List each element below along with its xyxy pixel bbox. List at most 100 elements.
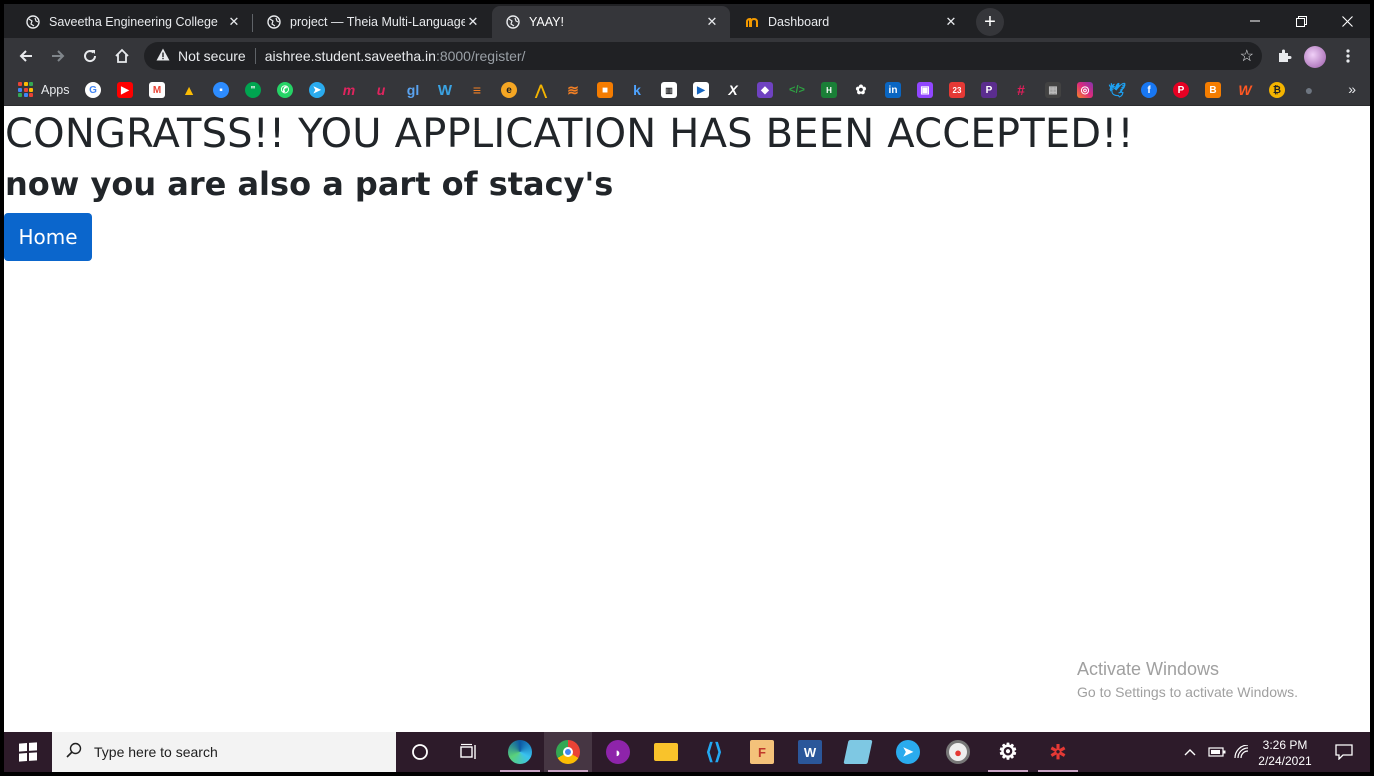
restore-icon bbox=[1295, 15, 1307, 27]
warning-icon[interactable] bbox=[156, 48, 170, 64]
tab-yaay[interactable]: YAAY! ✕ bbox=[492, 6, 730, 38]
close-icon[interactable]: ✕ bbox=[226, 14, 242, 30]
back-button[interactable] bbox=[12, 42, 40, 70]
drive-icon[interactable]: ▲ bbox=[181, 82, 197, 98]
vscode-taskbar-button[interactable]: ⟨⟩ bbox=[690, 732, 738, 772]
profile-avatar[interactable] bbox=[1304, 46, 1326, 68]
peaks-icon[interactable]: ⋀ bbox=[533, 82, 549, 98]
twitch-icon[interactable]: ▣ bbox=[917, 82, 933, 98]
apps-label: Apps bbox=[41, 82, 70, 97]
bars-icon[interactable]: ▥ bbox=[661, 82, 677, 98]
search-icon bbox=[66, 742, 82, 763]
word-taskbar-button[interactable]: W bbox=[786, 732, 834, 772]
hangouts-icon[interactable]: " bbox=[245, 82, 261, 98]
e-circle-icon[interactable]: e bbox=[501, 82, 517, 98]
extensions-button[interactable] bbox=[1270, 42, 1298, 70]
settings-taskbar-button[interactable]: ⚙ bbox=[984, 732, 1032, 772]
calendar-icon[interactable]: 23 bbox=[949, 82, 965, 98]
media-taskbar-button[interactable]: ● bbox=[934, 732, 982, 772]
telegram-icon[interactable]: ➤ bbox=[309, 82, 325, 98]
forward-button[interactable] bbox=[44, 42, 72, 70]
apps-shortcut[interactable]: Apps bbox=[18, 82, 70, 97]
f-app-taskbar-button[interactable]: F bbox=[738, 732, 786, 772]
taskbar-search[interactable]: Type here to search bbox=[52, 732, 396, 772]
bookmarks-bar: Apps G ▶ M ▲ ▪ " ✆ ➤ m u gl W ≡ e ⋀ ≋ ■ … bbox=[4, 74, 1370, 106]
cortana-button[interactable] bbox=[396, 732, 444, 772]
menu-button[interactable] bbox=[1334, 42, 1362, 70]
address-bar[interactable]: Not secure aishree.student.saveetha.in:8… bbox=[144, 42, 1262, 70]
chrome-taskbar-button[interactable] bbox=[544, 732, 592, 772]
linkedin-icon[interactable]: in bbox=[885, 82, 901, 98]
tab-theia-project[interactable]: project — Theia Multi-Language ✕ bbox=[253, 6, 491, 38]
pinterest-icon[interactable]: P bbox=[1173, 82, 1189, 98]
close-window-button[interactable] bbox=[1324, 4, 1370, 38]
shield-logo-icon[interactable]: ◆ bbox=[757, 82, 773, 98]
telegram-taskbar-button[interactable]: ➤ bbox=[884, 732, 932, 772]
notes-taskbar-button[interactable] bbox=[834, 732, 882, 772]
kebab-menu-icon bbox=[1346, 49, 1350, 63]
bookmark-star-icon[interactable]: ☆ bbox=[1240, 46, 1254, 66]
podcast-icon: ◗ bbox=[606, 740, 630, 764]
whatsapp-icon[interactable]: ✆ bbox=[277, 82, 293, 98]
close-icon[interactable]: ✕ bbox=[704, 14, 720, 30]
grey-square-icon[interactable]: ▦ bbox=[1045, 82, 1061, 98]
url-path: :8000/register/ bbox=[435, 48, 526, 64]
code-icon[interactable]: </> bbox=[789, 82, 805, 98]
web-app-taskbar-button[interactable]: ✲ bbox=[1034, 732, 1082, 772]
tab-title: project — Theia Multi-Language bbox=[290, 15, 465, 29]
system-clock[interactable]: 3:26 PM 2/24/2021 bbox=[1250, 737, 1320, 769]
activate-windows-watermark: Activate Windows Go to Settings to activ… bbox=[1077, 659, 1298, 700]
gmail-icon[interactable]: M bbox=[149, 82, 165, 98]
instagram-icon[interactable]: ◎ bbox=[1077, 82, 1093, 98]
podcast-taskbar-button[interactable]: ◗ bbox=[594, 732, 642, 772]
watermark-title: Activate Windows bbox=[1077, 659, 1220, 679]
file-explorer-button[interactable] bbox=[642, 732, 690, 772]
globe-icon bbox=[267, 15, 281, 29]
webflow-icon[interactable]: W bbox=[437, 82, 453, 99]
google-icon[interactable]: G bbox=[85, 82, 101, 98]
blogger-icon[interactable]: B bbox=[1205, 82, 1221, 98]
udemy-icon[interactable]: u bbox=[373, 82, 389, 98]
security-label[interactable]: Not secure bbox=[178, 48, 246, 64]
hackerrank-icon[interactable]: H bbox=[821, 82, 837, 98]
minimize-button[interactable] bbox=[1232, 4, 1278, 38]
tab-saveetha[interactable]: Saveetha Engineering College ✕ bbox=[12, 6, 252, 38]
action-center-button[interactable] bbox=[1324, 732, 1364, 772]
new-tab-button[interactable]: + bbox=[976, 8, 1004, 36]
notes-icon bbox=[843, 740, 873, 764]
close-icon[interactable]: ✕ bbox=[943, 14, 959, 30]
p-icon[interactable]: P bbox=[981, 82, 997, 98]
twitter-icon[interactable]: 🕊 bbox=[1108, 82, 1126, 98]
medium-m-icon[interactable]: m bbox=[341, 82, 357, 98]
w-logo-icon[interactable]: W bbox=[1237, 82, 1253, 98]
play-box-icon[interactable]: ▶ bbox=[693, 82, 709, 98]
start-button[interactable] bbox=[4, 732, 52, 772]
home-button[interactable]: Home bbox=[4, 213, 92, 261]
stack-icon[interactable]: ≡ bbox=[469, 82, 485, 98]
battery-indicator[interactable] bbox=[1208, 732, 1226, 772]
close-icon[interactable]: ✕ bbox=[465, 14, 481, 30]
show-hidden-icons[interactable] bbox=[1184, 732, 1196, 772]
github-icon[interactable]: ● bbox=[1301, 82, 1317, 98]
stackoverflow-icon[interactable]: ≋ bbox=[565, 82, 581, 98]
task-view-button[interactable] bbox=[444, 732, 492, 772]
bookmarks-overflow-icon[interactable]: » bbox=[1348, 81, 1356, 97]
globe-icon bbox=[506, 15, 520, 29]
cluster-icon[interactable]: ✿ bbox=[853, 82, 869, 98]
restore-button[interactable] bbox=[1278, 4, 1324, 38]
youtube-icon[interactable]: ▶ bbox=[117, 82, 133, 98]
home-nav-button[interactable] bbox=[108, 42, 136, 70]
facebook-icon[interactable]: f bbox=[1141, 82, 1157, 98]
reload-button[interactable] bbox=[76, 42, 104, 70]
tab-title: Saveetha Engineering College bbox=[49, 15, 218, 29]
k-icon[interactable]: k bbox=[629, 82, 645, 98]
x-icon[interactable]: X bbox=[725, 82, 741, 98]
zoom-icon[interactable]: ▪ bbox=[213, 82, 229, 98]
cube-icon[interactable]: ■ bbox=[597, 82, 613, 98]
edge-taskbar-button[interactable] bbox=[496, 732, 544, 772]
gl-icon[interactable]: gl bbox=[405, 82, 421, 98]
slack-icon[interactable]: # bbox=[1013, 82, 1029, 98]
tab-dashboard[interactable]: Dashboard ✕ bbox=[731, 6, 969, 38]
network-indicator[interactable] bbox=[1234, 732, 1250, 772]
bitcoin-icon[interactable]: ₿ bbox=[1269, 82, 1285, 98]
